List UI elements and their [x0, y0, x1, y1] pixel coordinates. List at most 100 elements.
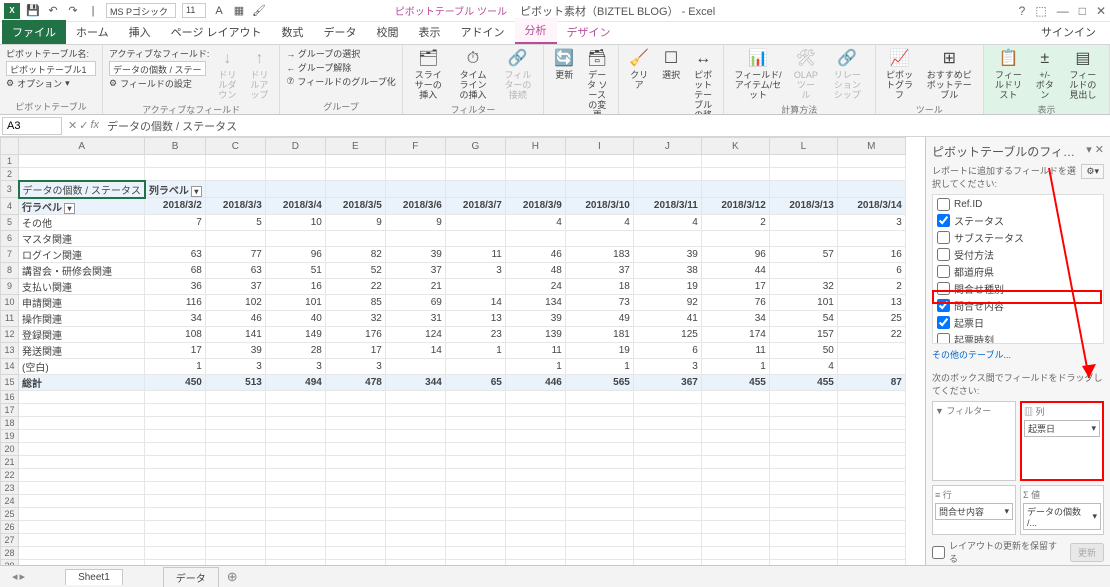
undo-icon[interactable]: ↶: [46, 4, 60, 18]
tab-formula[interactable]: 数式: [272, 20, 314, 44]
group-field-button[interactable]: ⑦ フィールドのグループ化: [286, 75, 395, 88]
pt-name-input[interactable]: ピボットテーブル1: [6, 61, 96, 76]
row-field-item[interactable]: 問合せ内容▾: [935, 503, 1013, 520]
fieldpane-close-icon[interactable]: ▾ ✕: [1086, 143, 1104, 156]
field-item-button[interactable]: 📊フィールド/アイテム/セット: [730, 47, 786, 103]
close-icon[interactable]: ✕: [1096, 4, 1106, 18]
add-sheet-icon[interactable]: ⊕: [227, 569, 238, 585]
ribbon-group-group: → グループの選択 ← グループ解除 ⑦ フィールドのグループ化 グループ: [280, 45, 402, 114]
af-settings-button[interactable]: ⚙ フィールドの設定: [109, 77, 209, 90]
tab-insert[interactable]: 挿入: [119, 20, 161, 44]
field-checkbox-受付方法[interactable]: 受付方法: [935, 246, 1101, 263]
fieldpane-gear-icon[interactable]: ⚙▾: [1081, 164, 1104, 179]
refresh-button[interactable]: 🔄更新: [550, 47, 578, 83]
cancel-fx-icon[interactable]: ✕: [68, 119, 77, 132]
tab-addin[interactable]: アドイン: [451, 20, 515, 44]
excel-icon: X: [4, 3, 20, 19]
recommend-pt-button[interactable]: ⊞おすすめピボットテーブル: [921, 47, 977, 103]
recommend-icon: ⊞: [939, 49, 959, 69]
value-field-item[interactable]: データの個数 /...▾: [1023, 503, 1101, 530]
save-icon[interactable]: 💾: [26, 4, 40, 18]
tab-design[interactable]: デザイン: [557, 20, 621, 44]
ribbon-tabs: ファイル ホーム 挿入 ページ レイアウト 数式 データ 校閲 表示 アドイン …: [0, 22, 1110, 45]
zone-rows[interactable]: ≡ 行 問合せ内容▾: [932, 485, 1016, 535]
more-tables-link[interactable]: その他のテーブル...: [932, 344, 1104, 365]
clear-button[interactable]: 🧹クリア: [625, 47, 653, 93]
signin-link[interactable]: サインイン: [1027, 20, 1110, 44]
qat-font[interactable]: MS Pゴシック: [106, 3, 176, 18]
select-button[interactable]: ☐選択: [657, 47, 685, 83]
move-pt-button[interactable]: ↔ピボットテーブルの移動: [689, 47, 717, 115]
fieldpane-title: ピボットテーブルのフィ…: [932, 143, 1104, 160]
enter-fx-icon[interactable]: ✓: [79, 119, 88, 132]
fieldheader-button[interactable]: ▤フィールドの見出し: [1063, 47, 1103, 103]
defer-checkbox[interactable]: [932, 546, 945, 559]
change-source-button[interactable]: 🗃データ ソースの変更: [582, 47, 612, 115]
tab-view[interactable]: 表示: [409, 20, 451, 44]
doc-title: ピボット素材（BIZTEL BLOG） - Excel: [520, 6, 715, 18]
name-box[interactable]: [2, 117, 62, 135]
format-painter-icon[interactable]: 🖌: [252, 4, 266, 18]
tab-file[interactable]: ファイル: [2, 20, 66, 44]
slicer-button[interactable]: 🗂スライサーの挿入: [409, 47, 448, 103]
minimize-icon[interactable]: —: [1057, 4, 1069, 18]
zone-values[interactable]: Σ 値 データの個数 /...▾: [1020, 485, 1104, 535]
sheet-nav-prev-icon[interactable]: ◂: [12, 570, 18, 583]
zone-filter[interactable]: ▼ フィルター: [932, 401, 1016, 481]
timeline-icon: ⏱: [463, 49, 483, 69]
drag-instruction: 次のボックス間でフィールドをドラッグしてください:: [932, 371, 1104, 397]
tab-home[interactable]: ホーム: [66, 20, 119, 44]
fieldlist-button[interactable]: 📋フィールドリスト: [990, 47, 1027, 103]
timeline-button[interactable]: ⏱タイムラインの挿入: [452, 47, 495, 103]
zone-columns[interactable]: ▥ 列 起票日▾: [1020, 401, 1104, 481]
defer-label: レイアウトの更新を保留する: [949, 539, 1066, 565]
filter-conn-icon: 🔗: [508, 49, 528, 69]
tab-review[interactable]: 校閲: [367, 20, 409, 44]
fieldpane-subtitle: レポートに追加するフィールドを選択してください:: [932, 164, 1077, 190]
tab-data[interactable]: データ: [314, 20, 367, 44]
qat-size[interactable]: 11: [182, 3, 206, 18]
field-checkbox-都道府県[interactable]: 都道府県: [935, 263, 1101, 280]
chevron-down-icon: ▾: [1091, 423, 1096, 434]
sheet-tab-data[interactable]: データ: [163, 567, 219, 587]
qat-sep: |: [86, 4, 100, 18]
tab-layout[interactable]: ページ レイアウト: [161, 20, 272, 44]
field-item-icon: 📊: [748, 49, 768, 69]
olap-icon: 🛠: [796, 49, 816, 69]
chevron-down-icon: ▾: [1004, 506, 1009, 517]
ribbon-opts-icon[interactable]: ⬚: [1035, 4, 1046, 18]
ribbon-group-filter: 🗂スライサーの挿入 ⏱タイムラインの挿入 🔗フィルターの接続 フィルター: [403, 45, 545, 114]
field-checkbox-問合せ種別[interactable]: 問合せ種別: [935, 280, 1101, 297]
field-checkbox-起票時刻[interactable]: 起票時刻: [935, 331, 1101, 344]
move-icon: ↔: [693, 49, 713, 69]
group-selection-button: → グループの選択: [286, 47, 395, 60]
ribbon-group-tool: 📈ピボットグラフ ⊞おすすめピボットテーブル ツール: [876, 45, 985, 114]
tab-analyze[interactable]: 分析: [515, 18, 557, 44]
formula-input[interactable]: [103, 118, 1110, 134]
grid[interactable]: ABCDEFGHIJKLM123データの個数 / ステータス列ラベル▾4行ラベル…: [0, 137, 906, 565]
fx-icon[interactable]: fx: [90, 119, 99, 132]
pm-button[interactable]: ±+/- ボタン: [1031, 47, 1059, 103]
field-checkbox-起票日[interactable]: 起票日: [935, 314, 1101, 331]
field-checkbox-ステータス[interactable]: ステータス: [935, 212, 1101, 229]
col-field-item[interactable]: 起票日▾: [1024, 420, 1100, 437]
pt-options-button[interactable]: ⚙ オプション ▾: [6, 77, 96, 90]
pivotchart-button[interactable]: 📈ピボットグラフ: [882, 47, 918, 103]
sheet-tab-active[interactable]: Sheet1: [65, 569, 123, 585]
help-icon[interactable]: ?: [1019, 4, 1026, 18]
field-list[interactable]: Ref.IDステータスサブステータス受付方法都道府県問合せ種別問合せ内容起票日起…: [932, 194, 1104, 344]
pivot-field-pane: ▾ ✕ ピボットテーブルのフィ… レポートに追加するフィールドを選択してください…: [925, 137, 1110, 565]
fieldlist-icon: 📋: [998, 49, 1018, 69]
field-checkbox-サブステータス[interactable]: サブステータス: [935, 229, 1101, 246]
pm-icon: ±: [1035, 49, 1055, 69]
redo-icon[interactable]: ↷: [66, 4, 80, 18]
font-color-icon[interactable]: A: [212, 4, 226, 18]
field-checkbox-問合せ内容[interactable]: 問合せ内容: [935, 297, 1101, 314]
fill-color-icon[interactable]: ▦: [232, 4, 246, 18]
select-icon: ☐: [661, 49, 681, 69]
sheet-nav-next-icon[interactable]: ▸: [20, 570, 26, 583]
maximize-icon[interactable]: □: [1079, 4, 1086, 18]
field-checkbox-Ref.ID[interactable]: Ref.ID: [935, 197, 1101, 212]
chart-icon: 📈: [889, 49, 909, 69]
af-input[interactable]: データの個数 / ステー: [109, 61, 206, 76]
